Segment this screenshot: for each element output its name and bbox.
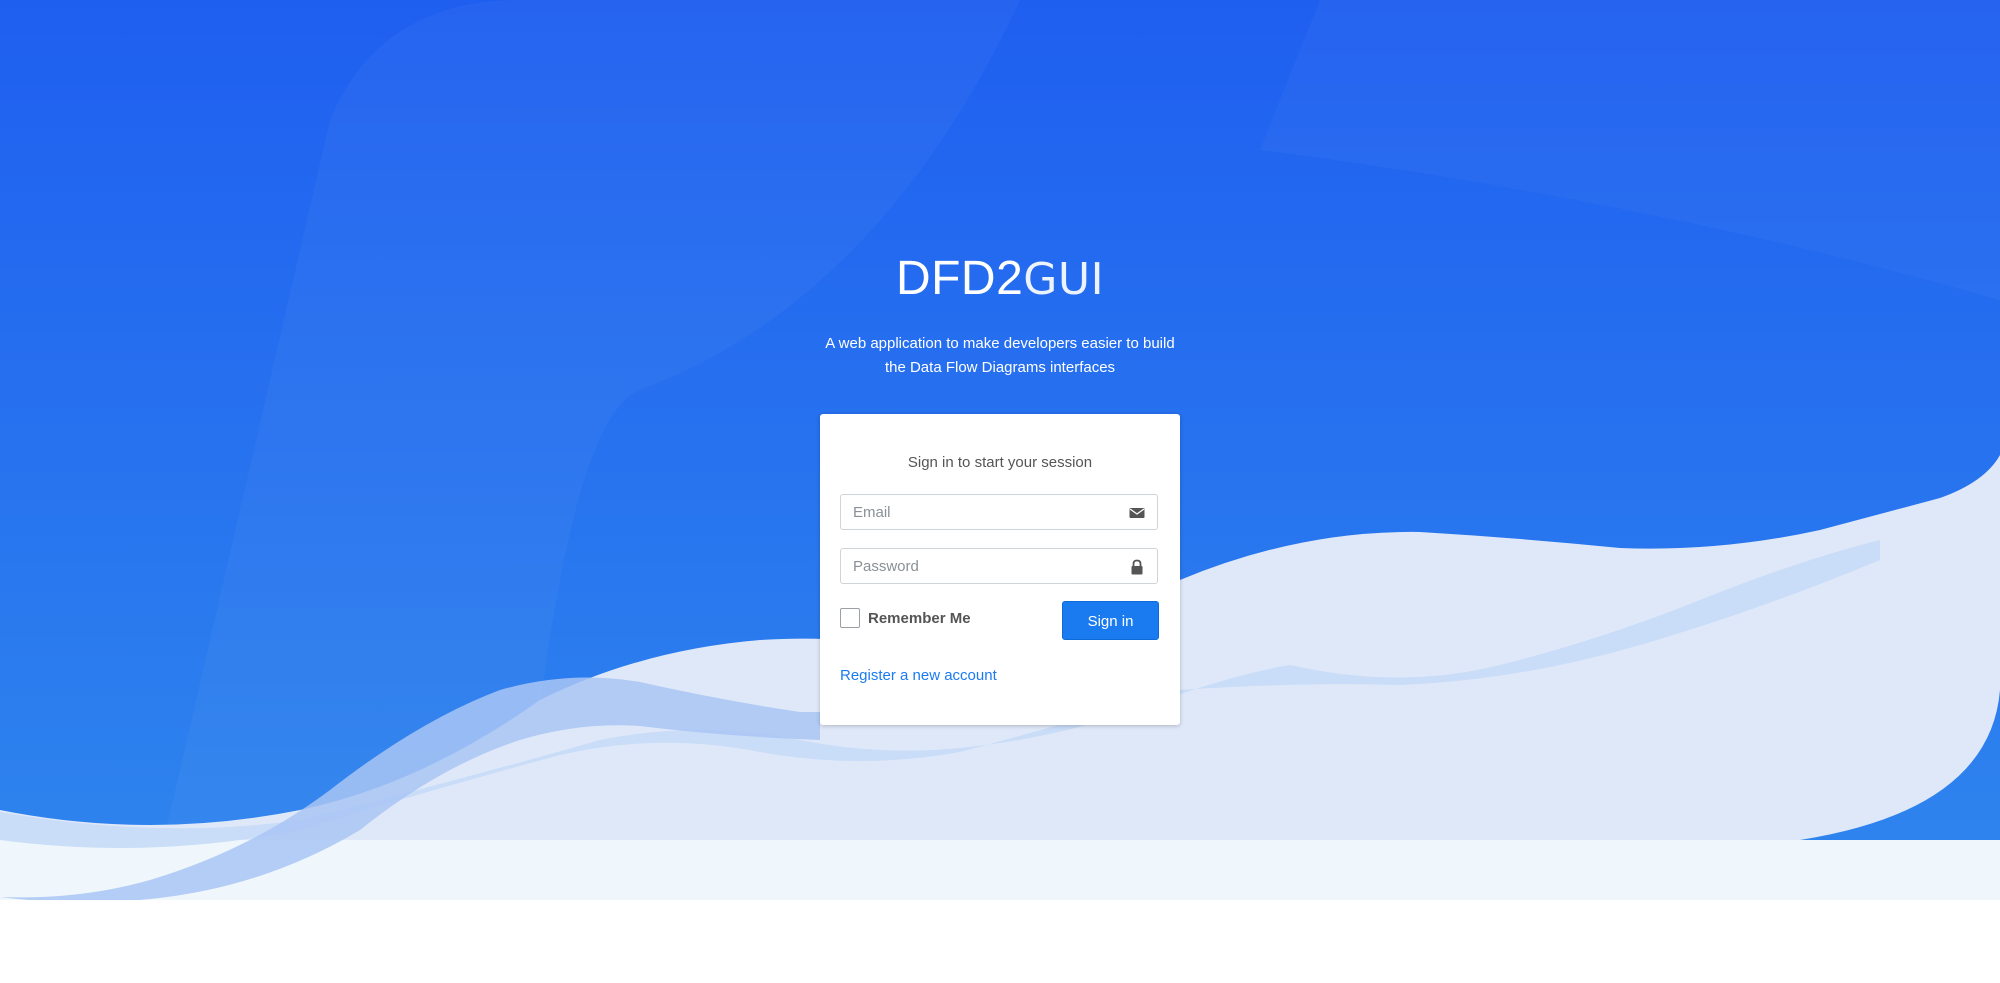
password-input[interactable] bbox=[841, 549, 1121, 583]
remember-me-checkbox[interactable] bbox=[840, 608, 860, 628]
login-page: DFD2GUI A web application to make develo… bbox=[0, 0, 2000, 983]
app-tagline: A web application to make developers eas… bbox=[800, 332, 1200, 380]
password-field-wrapper bbox=[840, 548, 1158, 584]
register-link[interactable]: Register a new account bbox=[840, 667, 997, 684]
brand-bold: DFD2 bbox=[895, 252, 1024, 305]
login-card: Sign in to start your session Remember M… bbox=[820, 414, 1180, 725]
sign-in-button[interactable]: Sign in bbox=[1062, 601, 1159, 640]
remember-me: Remember Me bbox=[840, 607, 971, 629]
remember-me-label: Remember Me bbox=[868, 609, 971, 627]
email-field-wrapper bbox=[840, 494, 1158, 530]
email-input[interactable] bbox=[841, 495, 1121, 529]
brand-light: GUI bbox=[1023, 254, 1105, 305]
login-title: Sign in to start your session bbox=[907, 454, 1093, 471]
tagline-line-1: A web application to make developers eas… bbox=[825, 335, 1175, 352]
lock-icon bbox=[1131, 559, 1143, 575]
envelope-icon bbox=[1129, 508, 1145, 518]
tagline-line-2: the Data Flow Diagrams interfaces bbox=[884, 359, 1116, 376]
app-brand: DFD2GUI bbox=[0, 247, 2000, 312]
